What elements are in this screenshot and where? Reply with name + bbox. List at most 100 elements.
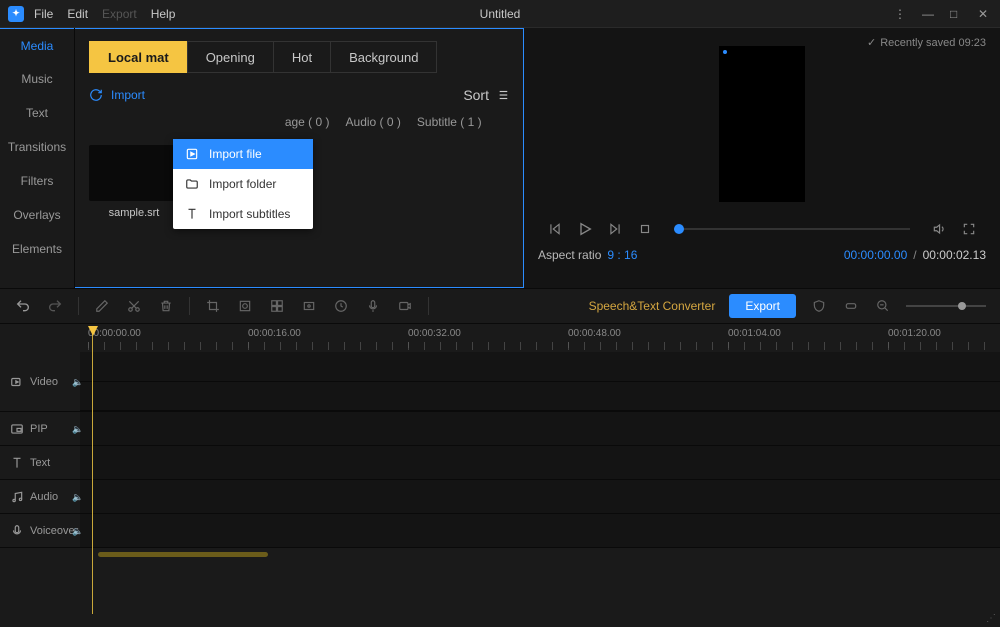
timeline-scrollbar[interactable]: [0, 548, 1000, 560]
text-icon: [185, 207, 199, 221]
tick: 00:00:16.00: [248, 328, 301, 339]
delete-icon[interactable]: [157, 297, 175, 315]
playhead-line: [92, 334, 93, 614]
mic-icon[interactable]: [364, 297, 382, 315]
track-voiceover[interactable]: Voiceover 🔈: [0, 514, 1000, 548]
refresh-icon: [89, 88, 103, 102]
current-time: 00:00:00.00: [844, 248, 907, 262]
export-button[interactable]: Export: [729, 294, 796, 318]
sort-button[interactable]: Sort: [463, 87, 509, 103]
track-video[interactable]: Video 🔈: [0, 352, 1000, 412]
saved-status: ✓ Recently saved 09:23: [867, 36, 986, 49]
filter-subtitle[interactable]: Subtitle ( 1 ): [417, 115, 482, 129]
pip-track-icon: [10, 422, 24, 436]
thumb-image: [89, 145, 179, 201]
undo-button[interactable]: [14, 297, 32, 315]
nav-overlays[interactable]: Overlays: [0, 198, 74, 232]
track-pip[interactable]: PIP 🔈: [0, 412, 1000, 446]
redo-button[interactable]: [46, 297, 64, 315]
menu-help[interactable]: Help: [151, 7, 176, 21]
divider: [428, 297, 429, 315]
tick: 00:00:32.00: [408, 328, 461, 339]
media-tab-background[interactable]: Background: [330, 41, 437, 73]
divider: [189, 297, 190, 315]
nav-filters[interactable]: Filters: [0, 164, 74, 198]
left-nav: Media Music Text Transitions Filters Ove…: [0, 28, 75, 288]
thumb-name: sample.srt: [89, 207, 179, 219]
import-button[interactable]: Import: [89, 88, 145, 102]
mask-icon[interactable]: [236, 297, 254, 315]
media-tab-local[interactable]: Local mat: [89, 41, 187, 73]
tick: 00:01:04.00: [728, 328, 781, 339]
nav-media[interactable]: Media: [0, 28, 74, 62]
cut-icon[interactable]: [125, 297, 143, 315]
mute-icon[interactable]: 🔈: [72, 526, 82, 536]
divider: [78, 297, 79, 315]
scrollbar-thumb[interactable]: [98, 552, 268, 557]
resize-grip-icon[interactable]: ⋰: [986, 613, 996, 623]
zoom-out-icon[interactable]: [874, 297, 892, 315]
volume-button[interactable]: [930, 220, 948, 238]
filter-audio[interactable]: Audio ( 0 ): [346, 115, 401, 129]
import-file-label: Import file: [209, 147, 262, 161]
import-subtitles-label: Import subtitles: [209, 207, 290, 221]
app-logo-icon: ✦: [8, 6, 24, 22]
mute-icon[interactable]: 🔈: [72, 492, 82, 502]
menu-file[interactable]: File: [34, 7, 53, 21]
preview-marker-icon: [723, 50, 727, 54]
menu-edit[interactable]: Edit: [67, 7, 88, 21]
nav-transitions[interactable]: Transitions: [0, 130, 74, 164]
audio-track-icon: [10, 490, 24, 504]
filter-image[interactable]: age ( 0 ): [285, 115, 330, 129]
nav-elements[interactable]: Elements: [0, 232, 74, 266]
shield-icon[interactable]: [810, 297, 828, 315]
speed-icon[interactable]: [332, 297, 350, 315]
mosaic-icon[interactable]: [268, 297, 286, 315]
freeze-icon[interactable]: [300, 297, 318, 315]
aspect-ratio-label: Aspect ratio: [538, 248, 601, 262]
mute-icon[interactable]: 🔈: [72, 377, 82, 387]
check-icon: ✓: [867, 36, 876, 49]
zoom-knob-icon: [958, 302, 966, 310]
mute-icon[interactable]: 🔈: [72, 424, 82, 434]
minimize-icon[interactable]: —: [922, 7, 936, 21]
media-tab-opening[interactable]: Opening: [187, 41, 273, 73]
tick: 00:00:48.00: [568, 328, 621, 339]
stop-button[interactable]: [636, 220, 654, 238]
preview-panel: ✓ Recently saved 09:23 Aspect ratio 9 : …: [524, 28, 1000, 288]
track-text[interactable]: Text: [0, 446, 1000, 480]
more-icon[interactable]: ⋮: [894, 7, 908, 21]
fit-icon[interactable]: [842, 297, 860, 315]
edit-icon[interactable]: [93, 297, 111, 315]
aspect-ratio-value[interactable]: 9 : 16: [607, 248, 637, 262]
zoom-slider[interactable]: [906, 305, 986, 307]
play-button[interactable]: [576, 220, 594, 238]
prev-frame-button[interactable]: [546, 220, 564, 238]
play-file-icon: [185, 147, 199, 161]
crop-icon[interactable]: [204, 297, 222, 315]
video-preview[interactable]: [719, 46, 805, 202]
nav-text[interactable]: Text: [0, 96, 74, 130]
track-audio[interactable]: Audio 🔈: [0, 480, 1000, 514]
import-subtitles-item[interactable]: Import subtitles: [173, 199, 313, 229]
media-panel: Local mat Opening Hot Background Import …: [75, 28, 524, 288]
close-icon[interactable]: ✕: [978, 7, 992, 21]
titlebar: ✦ File Edit Export Help Untitled ⋮ — □ ✕: [0, 0, 1000, 28]
import-folder-item[interactable]: Import folder: [173, 169, 313, 199]
record-icon[interactable]: [396, 297, 414, 315]
nav-music[interactable]: Music: [0, 62, 74, 96]
speech-text-converter-button[interactable]: Speech&Text Converter: [589, 299, 716, 313]
thumb-srt[interactable]: sample.srt: [89, 145, 179, 219]
seek-slider[interactable]: [674, 228, 910, 230]
next-frame-button[interactable]: [606, 220, 624, 238]
maximize-icon[interactable]: □: [950, 7, 964, 21]
import-file-item[interactable]: Import file: [173, 139, 313, 169]
media-tab-hot[interactable]: Hot: [273, 41, 330, 73]
duration-time: 00:00:02.13: [923, 248, 986, 262]
time-separator: /: [913, 248, 916, 262]
fullscreen-button[interactable]: [960, 220, 978, 238]
timeline-ruler[interactable]: 00:00:00.00 00:00:16.00 00:00:32.00 00:0…: [0, 324, 1000, 352]
window-title: Untitled: [480, 7, 521, 21]
tick: 00:01:20.00: [888, 328, 941, 339]
folder-icon: [185, 177, 199, 191]
